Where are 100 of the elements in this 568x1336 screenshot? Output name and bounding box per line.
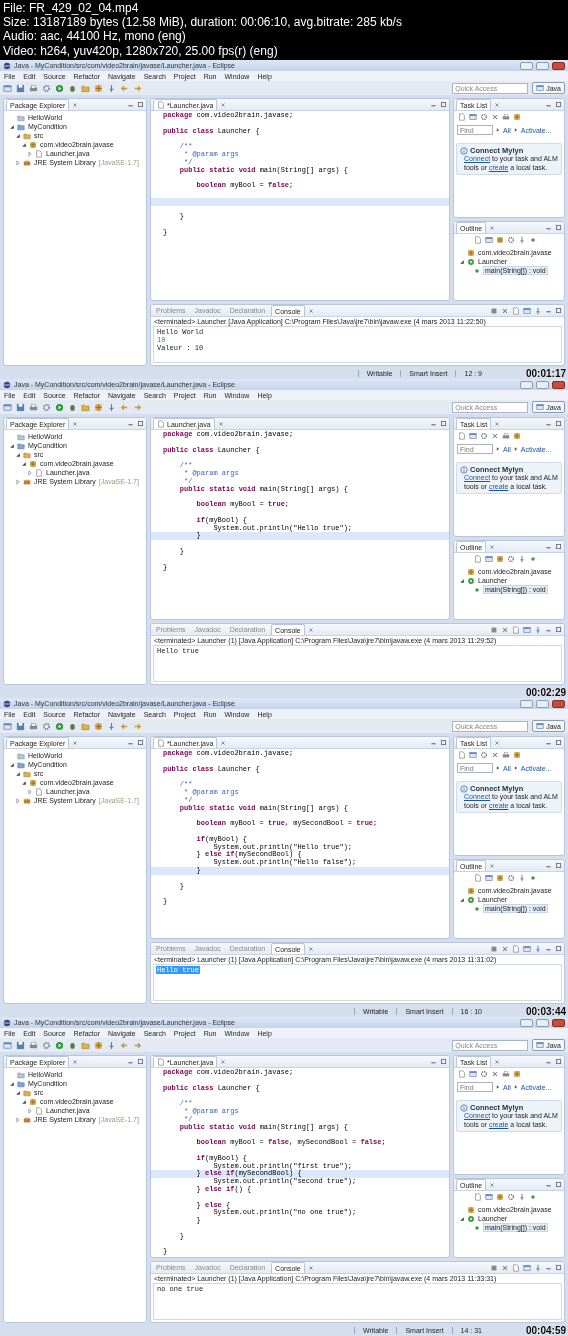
save-icon[interactable] <box>16 1040 25 1050</box>
close-button[interactable] <box>552 699 565 708</box>
play-icon[interactable] <box>55 721 64 731</box>
method-icon[interactable] <box>529 874 537 882</box>
play-icon[interactable] <box>55 402 64 412</box>
pin-icon[interactable] <box>107 1040 116 1050</box>
close-icon[interactable] <box>307 1264 314 1271</box>
package-icon[interactable] <box>513 432 521 440</box>
close-icon[interactable] <box>494 101 501 108</box>
window-icon[interactable] <box>523 625 531 634</box>
close-icon[interactable] <box>489 543 496 550</box>
window-icon[interactable] <box>485 555 493 563</box>
play-icon[interactable] <box>55 1040 64 1050</box>
print-icon[interactable] <box>502 751 510 759</box>
close-icon[interactable] <box>489 1181 496 1188</box>
package-icon[interactable] <box>496 874 504 882</box>
window-icon[interactable] <box>469 751 477 759</box>
close-button[interactable] <box>552 1018 565 1027</box>
minimize-button[interactable] <box>520 699 533 708</box>
save-icon[interactable] <box>16 402 25 412</box>
file-icon[interactable] <box>512 306 520 315</box>
arrow-left-icon[interactable] <box>120 1040 129 1050</box>
expanded-arrow-icon[interactable] <box>15 451 21 458</box>
package-icon[interactable] <box>513 113 521 121</box>
maximize-icon[interactable] <box>555 1264 562 1271</box>
maximize-icon[interactable] <box>555 739 562 746</box>
gear-icon[interactable] <box>42 402 51 412</box>
pin-icon[interactable] <box>518 874 526 882</box>
save-icon[interactable] <box>16 721 25 731</box>
gear-icon[interactable] <box>480 1070 488 1078</box>
close-icon[interactable] <box>307 945 314 952</box>
file-icon[interactable] <box>458 1070 466 1078</box>
maximize-icon[interactable] <box>440 420 447 427</box>
minimize-button[interactable] <box>520 1018 533 1027</box>
print-icon[interactable] <box>29 1040 38 1050</box>
arrow-right-icon[interactable] <box>133 402 142 412</box>
print-icon[interactable] <box>29 83 38 93</box>
minimize-button[interactable] <box>520 61 533 70</box>
file-icon[interactable] <box>474 555 482 563</box>
package-icon[interactable] <box>94 402 103 412</box>
window-icon[interactable] <box>3 402 12 412</box>
arrow-right-icon[interactable] <box>133 1040 142 1050</box>
expanded-arrow-icon[interactable] <box>9 442 15 449</box>
expanded-arrow-icon[interactable] <box>15 132 21 139</box>
maximize-icon[interactable] <box>137 739 144 746</box>
file-icon[interactable] <box>512 1263 520 1272</box>
file-icon[interactable] <box>512 625 520 634</box>
close-icon[interactable] <box>307 307 314 314</box>
pin-icon[interactable] <box>534 306 542 315</box>
print-icon[interactable] <box>29 402 38 412</box>
gear-icon[interactable] <box>42 1040 51 1050</box>
maximize-icon[interactable] <box>137 1058 144 1065</box>
method-icon[interactable] <box>529 1193 537 1201</box>
expanded-arrow-icon[interactable] <box>459 896 465 903</box>
package-icon[interactable] <box>94 721 103 731</box>
minimize-button[interactable] <box>520 380 533 389</box>
stop-icon[interactable] <box>490 306 498 315</box>
file-icon[interactable] <box>458 751 466 759</box>
gear-icon[interactable] <box>480 113 488 121</box>
close-icon[interactable] <box>501 1263 509 1272</box>
file-icon[interactable] <box>458 113 466 121</box>
window-icon[interactable] <box>485 236 493 244</box>
maximize-icon[interactable] <box>440 101 447 108</box>
expanded-arrow-icon[interactable] <box>9 1080 15 1087</box>
maximize-icon[interactable] <box>555 101 562 108</box>
expanded-arrow-icon[interactable] <box>9 123 15 130</box>
package-icon[interactable] <box>496 236 504 244</box>
window-icon[interactable] <box>485 1193 493 1201</box>
package-icon[interactable] <box>513 751 521 759</box>
pin-icon[interactable] <box>107 83 116 93</box>
expanded-arrow-icon[interactable] <box>15 1089 21 1096</box>
maximize-icon[interactable] <box>137 101 144 108</box>
package-icon[interactable] <box>94 83 103 93</box>
file-icon[interactable] <box>474 1193 482 1201</box>
pin-icon[interactable] <box>534 625 542 634</box>
pin-icon[interactable] <box>534 944 542 953</box>
print-icon[interactable] <box>502 432 510 440</box>
expanded-arrow-icon[interactable] <box>15 770 21 777</box>
maximize-icon[interactable] <box>555 945 562 952</box>
maximize-icon[interactable] <box>555 626 562 633</box>
file-icon[interactable] <box>512 944 520 953</box>
gear-icon[interactable] <box>480 751 488 759</box>
gear-icon[interactable] <box>507 236 515 244</box>
window-icon[interactable] <box>485 874 493 882</box>
maximize-icon[interactable] <box>555 1181 562 1188</box>
expanded-arrow-icon[interactable] <box>21 1098 27 1105</box>
maximize-icon[interactable] <box>555 420 562 427</box>
package-icon[interactable] <box>513 1070 521 1078</box>
expanded-arrow-icon[interactable] <box>21 460 27 467</box>
close-icon[interactable] <box>491 1070 499 1078</box>
arrow-right-icon[interactable] <box>133 721 142 731</box>
window-icon[interactable] <box>469 432 477 440</box>
close-icon[interactable] <box>220 1058 227 1065</box>
pin-icon[interactable] <box>107 721 116 731</box>
close-icon[interactable] <box>491 432 499 440</box>
pin-icon[interactable] <box>107 402 116 412</box>
gear-icon[interactable] <box>507 874 515 882</box>
expanded-arrow-icon[interactable] <box>459 1215 465 1222</box>
close-icon[interactable] <box>220 101 227 108</box>
close-icon[interactable] <box>72 739 79 746</box>
